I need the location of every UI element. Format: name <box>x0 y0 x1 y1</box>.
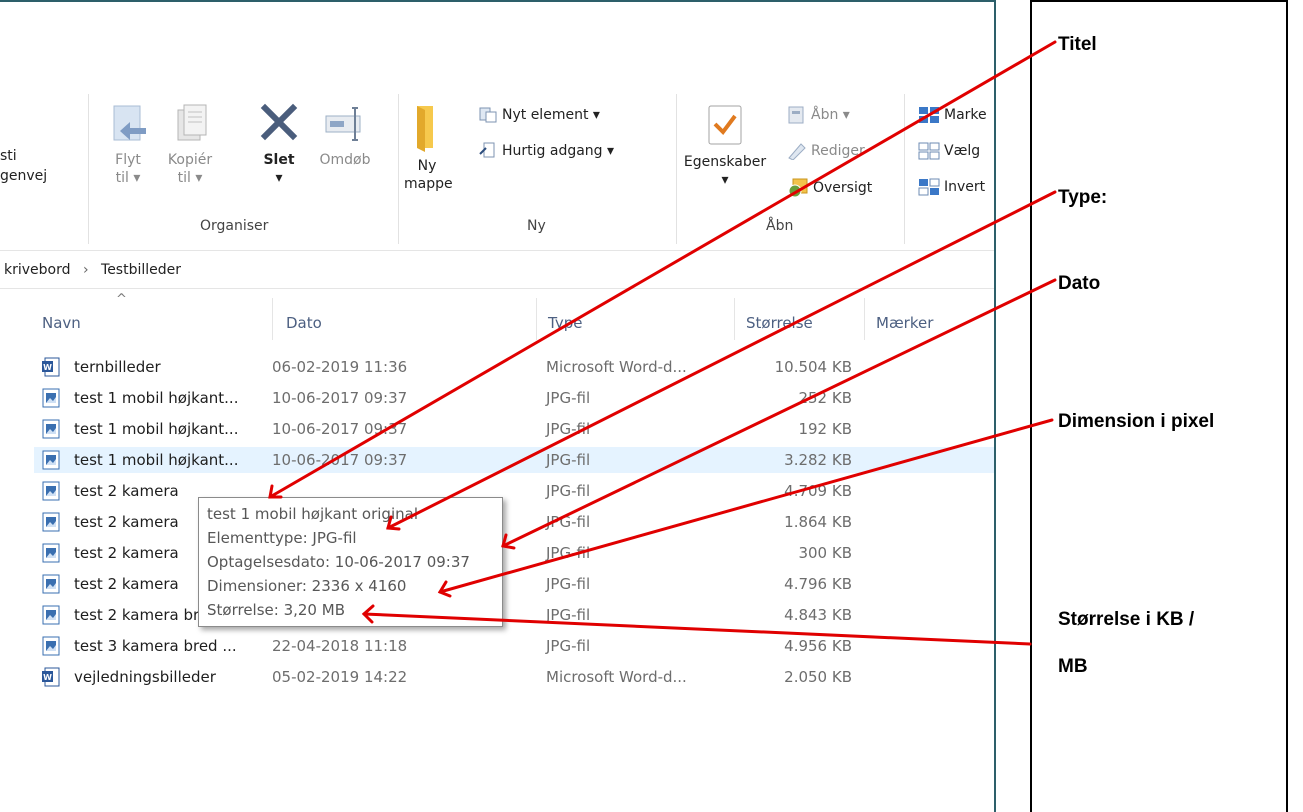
arrow-dato <box>501 278 1057 548</box>
annotation-arrows <box>268 40 1057 646</box>
arrow-stoerrelse <box>362 612 1032 646</box>
arrow-type <box>386 190 1057 530</box>
arrow-titel <box>268 40 1057 499</box>
arrow-dimension <box>438 418 1054 594</box>
